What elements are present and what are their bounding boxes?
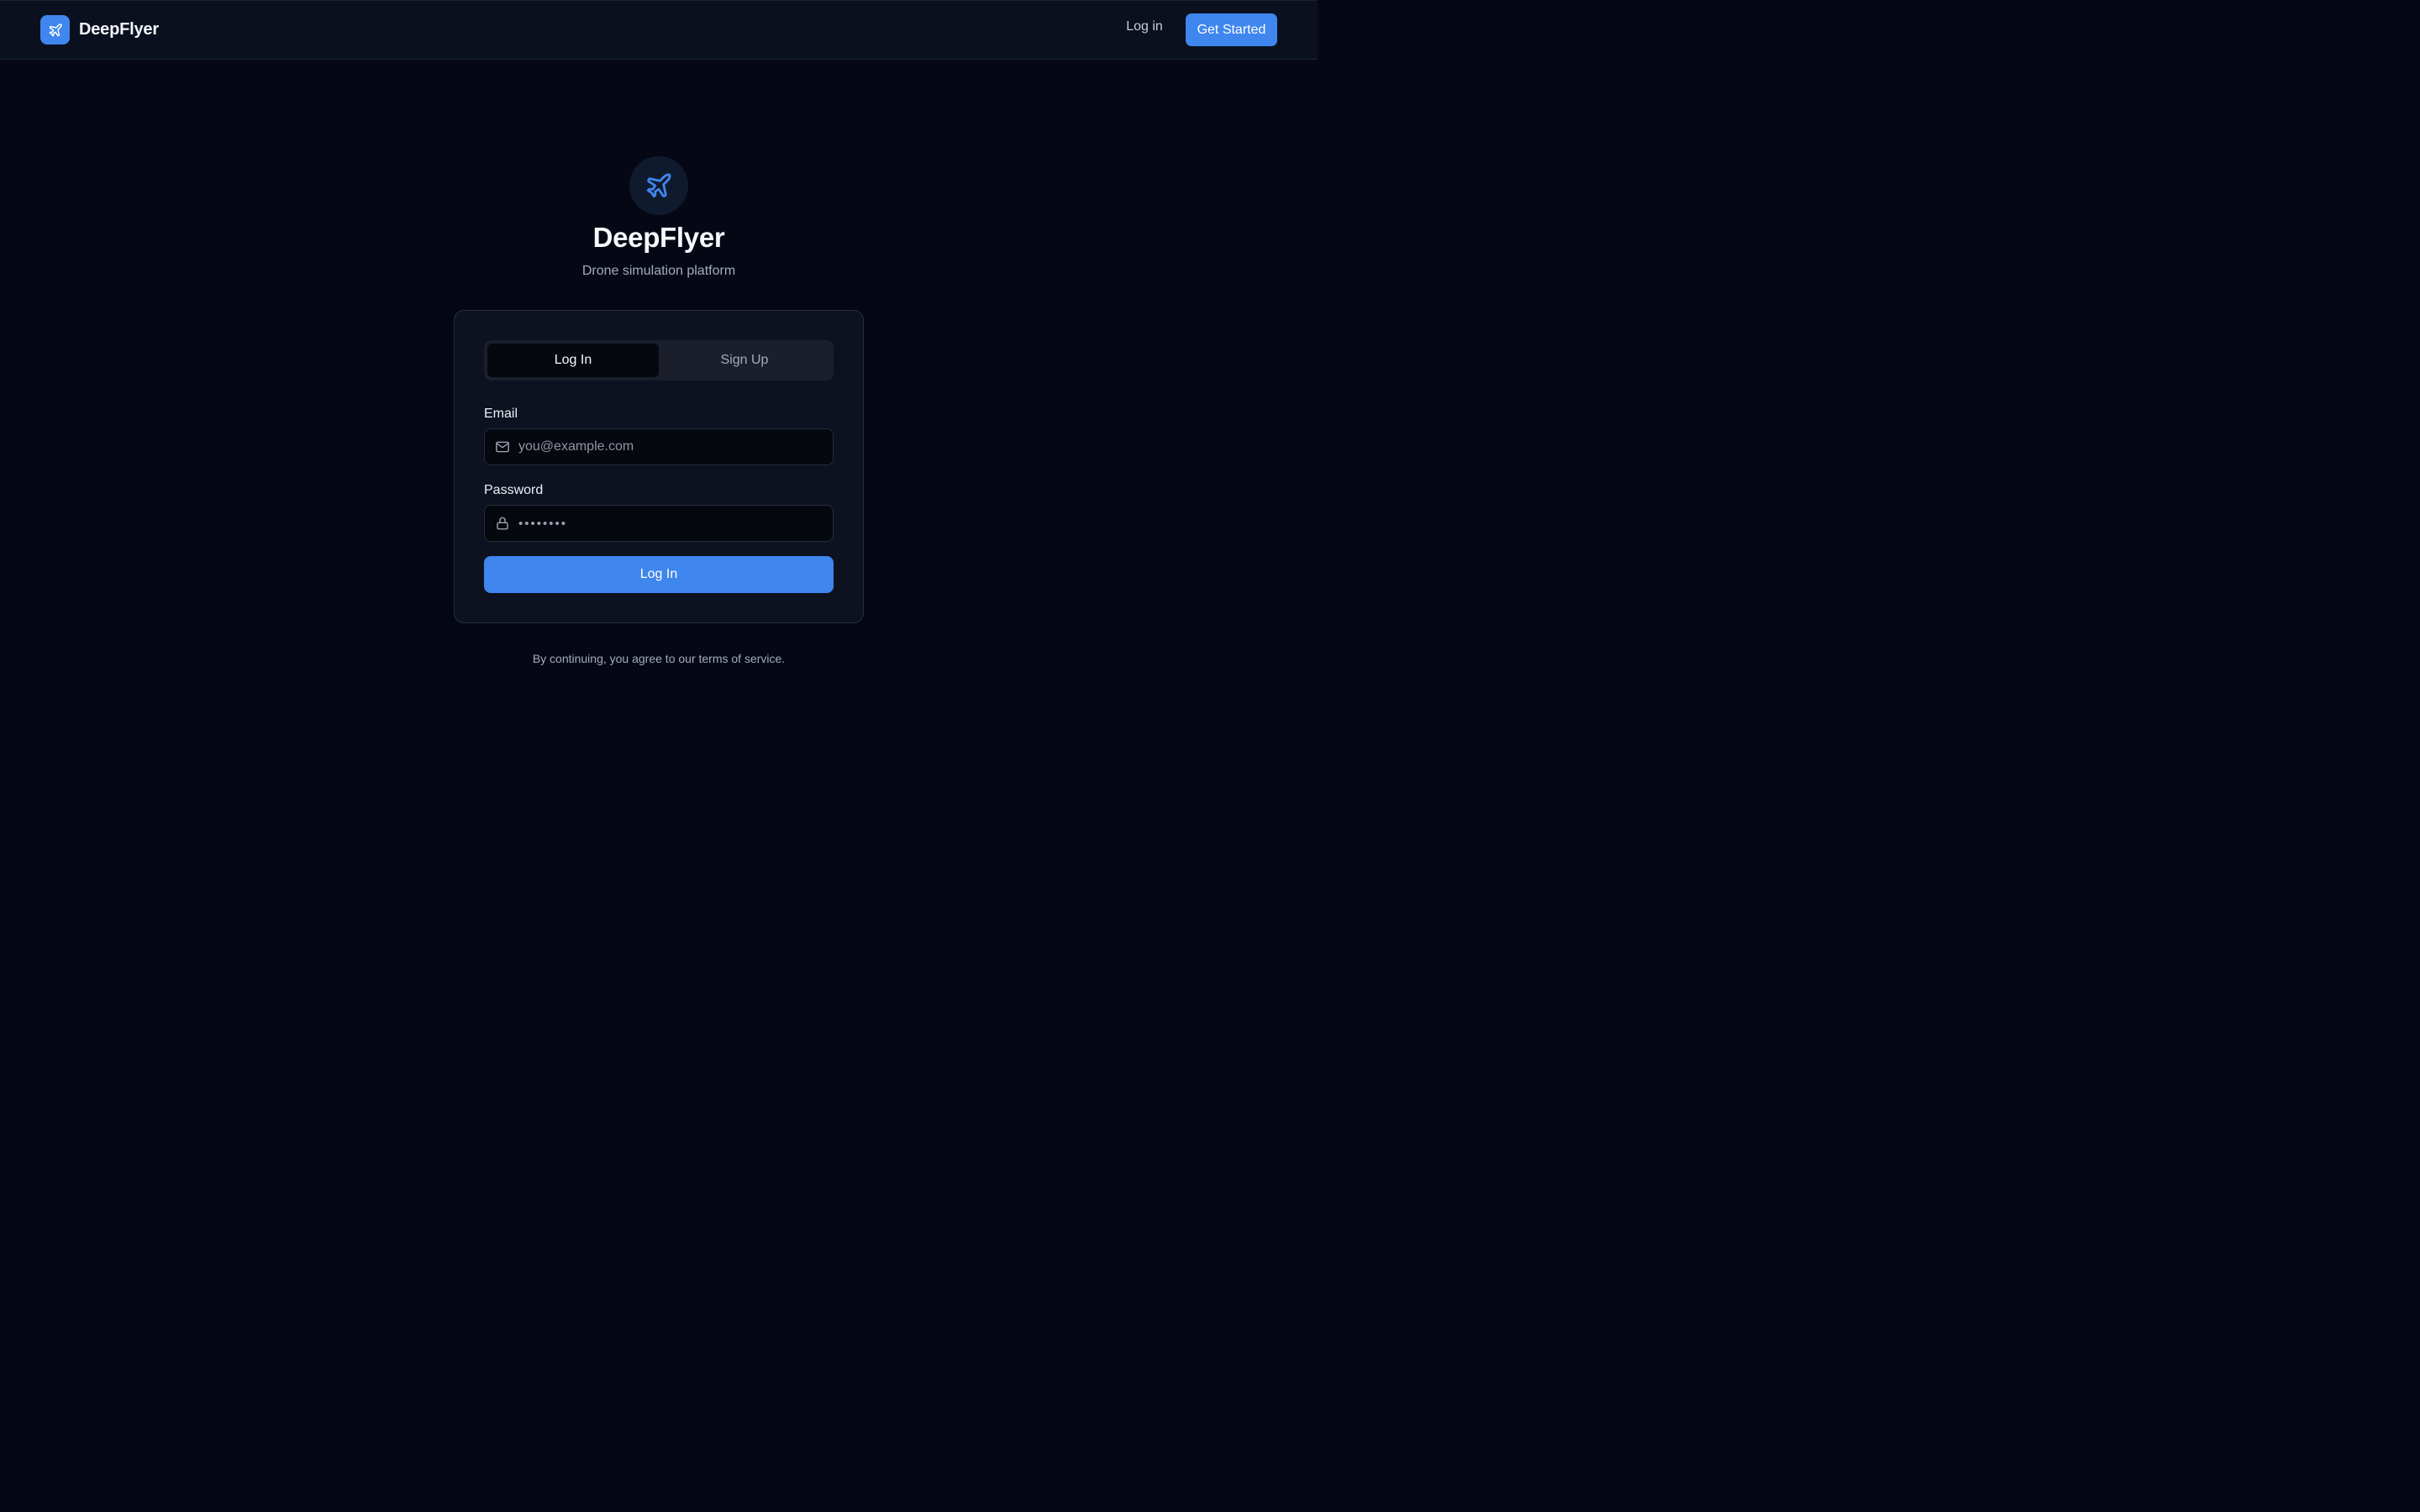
- log-in-button[interactable]: Log In: [484, 556, 834, 593]
- page-title: DeepFlyer: [592, 222, 725, 253]
- auth-tabs: Log In Sign Up: [484, 340, 834, 381]
- get-started-button[interactable]: Get Started: [1186, 13, 1277, 46]
- auth-card: Log In Sign Up Email Password Lo: [454, 310, 864, 623]
- plane-icon: [629, 156, 688, 215]
- password-input[interactable]: [518, 506, 833, 541]
- nav-login-link[interactable]: Log in: [1116, 19, 1173, 34]
- lock-icon: [495, 516, 510, 531]
- terms-notice: By continuing, you agree to our terms of…: [532, 652, 786, 665]
- email-field-wrapper: [484, 428, 834, 465]
- plane-icon: [40, 15, 70, 45]
- brand-name: DeepFlyer: [79, 20, 159, 39]
- email-input[interactable]: [518, 429, 833, 465]
- password-label: Password: [484, 483, 544, 497]
- email-label: Email: [484, 407, 518, 421]
- top-navbar: DeepFlyer Log in Get Started: [0, 0, 1318, 60]
- tab-log-in[interactable]: Log In: [487, 344, 659, 377]
- password-field-wrapper: [484, 505, 834, 542]
- mail-icon: [495, 439, 510, 454]
- page-subtitle: Drone simulation platform: [581, 264, 736, 278]
- brand[interactable]: DeepFlyer: [40, 15, 159, 45]
- tab-sign-up[interactable]: Sign Up: [659, 344, 830, 377]
